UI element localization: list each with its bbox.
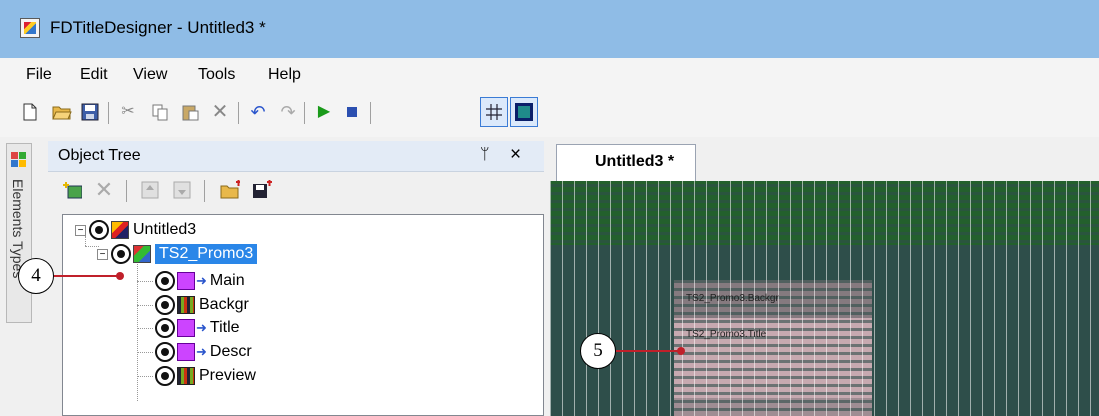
tab-label: Untitled3 * <box>595 153 675 170</box>
callout-4-dot <box>116 272 124 280</box>
tree-node-label: Preview <box>199 367 256 384</box>
elements-types-panel-tab[interactable]: Elements Types <box>6 143 32 323</box>
menu-tools[interactable]: Tools <box>198 66 235 84</box>
visibility-eye-icon[interactable] <box>111 244 131 264</box>
video-element-icon <box>177 296 195 314</box>
menu-file[interactable]: File <box>26 66 52 84</box>
callout-5: 5 <box>580 333 616 369</box>
tree-node-group[interactable]: − TS2_Promo3 <box>97 243 258 265</box>
toolbar-separator <box>304 102 305 124</box>
new-file-icon[interactable] <box>20 102 40 122</box>
design-canvas[interactable]: TS2_Promo3.Backgr TS2_Promo3.Title <box>550 181 1099 416</box>
tree-node-root[interactable]: − Untitled3 <box>75 219 196 241</box>
tree-connector <box>137 305 153 306</box>
text-element-icon <box>177 319 195 337</box>
callout-5-line <box>616 350 680 352</box>
tree-node-label-selected: TS2_Promo3 <box>155 244 258 264</box>
app-icon <box>20 18 40 38</box>
palette-icon <box>11 152 26 167</box>
copy-icon[interactable] <box>150 102 170 122</box>
toolbar-separator <box>238 102 239 124</box>
tree-node-descr[interactable]: ➜ Descr <box>155 341 252 363</box>
tree-node-title[interactable]: ➜ Title <box>155 317 240 339</box>
toolbar-separator <box>204 180 205 202</box>
open-template-icon[interactable] <box>220 180 240 200</box>
toolbar-separator <box>108 102 109 124</box>
delete-icon[interactable]: ✕ <box>210 102 230 122</box>
callout-4: 4 <box>18 258 54 294</box>
canvas-label-backgr: TS2_Promo3.Backgr <box>686 293 779 304</box>
tree-connector <box>137 261 138 401</box>
play-icon[interactable]: ▶ <box>314 102 334 122</box>
tree-connector <box>137 281 153 282</box>
tree-node-backgr[interactable]: Backgr <box>155 294 249 316</box>
save-template-icon[interactable] <box>252 180 272 200</box>
move-up-icon[interactable] <box>140 180 160 200</box>
move-down-icon[interactable] <box>172 180 192 200</box>
grid-toggle-icon[interactable] <box>480 97 508 127</box>
window-title: FDTitleDesigner - Untitled3 * <box>50 18 266 37</box>
object-tree-view[interactable]: − Untitled3 − TS2_Promo3 ➜ Main Backgr ➜… <box>62 214 544 416</box>
add-object-icon[interactable] <box>62 180 82 200</box>
menu-view[interactable]: View <box>133 66 167 84</box>
visibility-eye-icon[interactable] <box>155 366 175 386</box>
arrow-icon: ➜ <box>196 273 207 288</box>
project-icon <box>111 221 129 239</box>
menu-help[interactable]: Help <box>268 66 301 84</box>
open-folder-icon[interactable] <box>52 102 72 122</box>
arrow-icon: ➜ <box>196 344 207 359</box>
tree-node-label: Backgr <box>199 296 249 313</box>
undo-icon[interactable]: ↶ <box>248 102 268 122</box>
tree-node-main[interactable]: ➜ Main <box>155 270 245 292</box>
tree-node-label: Main <box>209 272 245 289</box>
redo-icon[interactable]: ↷ <box>278 102 298 122</box>
arrow-icon: ➜ <box>196 320 207 335</box>
main-toolbar: ✂ ✕ ↶ ↷ ▶ <box>0 92 1099 137</box>
tree-connector <box>137 328 153 329</box>
tree-node-label: Title <box>209 319 240 336</box>
tree-node-label: Descr <box>209 343 252 360</box>
frame-toggle-icon[interactable] <box>510 97 538 127</box>
canvas-label-title: TS2_Promo3.Title <box>686 329 767 340</box>
tree-toolbar: ✕ <box>48 172 544 210</box>
paste-icon[interactable] <box>180 102 200 122</box>
tree-connector <box>137 352 153 353</box>
stop-icon[interactable] <box>342 102 362 122</box>
close-icon[interactable]: × <box>510 144 521 166</box>
callout-4-line <box>54 275 120 277</box>
visibility-eye-icon[interactable] <box>155 271 175 291</box>
tab-untitled3[interactable]: Untitled3 * <box>556 144 696 181</box>
menu-bar: File Edit View Tools Help <box>0 58 1099 92</box>
collapse-toggle-icon[interactable]: − <box>97 248 108 260</box>
toolbar-separator <box>370 102 371 124</box>
visibility-eye-icon[interactable] <box>155 318 175 338</box>
text-element-icon <box>177 343 195 361</box>
title-bar: FDTitleDesigner - Untitled3 * <box>0 0 1099 58</box>
cut-icon[interactable]: ✂ <box>118 102 138 122</box>
collapse-toggle-icon[interactable]: − <box>75 224 86 236</box>
delete-object-icon[interactable]: ✕ <box>94 179 114 201</box>
visibility-eye-icon[interactable] <box>155 342 175 362</box>
visibility-eye-icon[interactable] <box>155 295 175 315</box>
object-tree-title: Object Tree <box>58 147 141 164</box>
document-tab-strip: Untitled3 * <box>550 141 1099 181</box>
visibility-eye-icon[interactable] <box>89 220 109 240</box>
pin-icon[interactable]: ᛘ <box>480 146 490 164</box>
tree-node-preview[interactable]: Preview <box>155 365 256 387</box>
toolbar-separator <box>126 180 127 202</box>
text-element-icon <box>177 272 195 290</box>
menu-edit[interactable]: Edit <box>80 66 108 84</box>
object-tree-header: Object Tree ᛘ × <box>48 141 544 172</box>
callout-5-dot <box>677 347 685 355</box>
save-icon[interactable] <box>80 102 100 122</box>
canvas-grid <box>550 181 1099 416</box>
tree-connector <box>137 376 153 377</box>
video-element-icon <box>177 367 195 385</box>
tree-node-label: Untitled3 <box>133 221 197 238</box>
template-group-icon <box>133 245 151 263</box>
